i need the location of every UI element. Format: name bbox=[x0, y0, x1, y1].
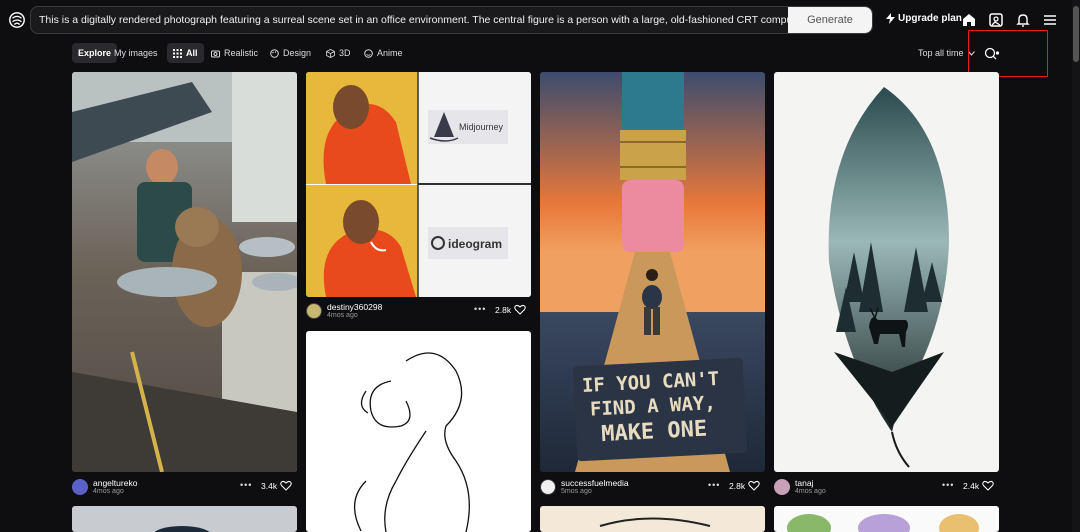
heart-icon[interactable] bbox=[748, 480, 760, 491]
more-options-icon[interactable]: ••• bbox=[240, 480, 252, 490]
heart-icon[interactable] bbox=[982, 480, 994, 491]
filter-design-label: Design bbox=[283, 48, 312, 58]
filter-all-label: All bbox=[186, 48, 198, 58]
meme-bottom-text: ideogram bbox=[448, 237, 502, 251]
ideogram-logo-icon[interactable] bbox=[8, 11, 26, 29]
generate-button[interactable]: Generate bbox=[788, 7, 872, 33]
username[interactable]: tanaj bbox=[795, 478, 813, 488]
line-art-woman-image bbox=[354, 352, 470, 532]
image-card[interactable] bbox=[306, 331, 531, 532]
post-age: 4mos ago bbox=[93, 488, 124, 495]
post-age: 4mos ago bbox=[327, 312, 358, 319]
image-card[interactable] bbox=[774, 506, 999, 532]
like-count: 3.4k bbox=[261, 481, 278, 491]
filter-anime[interactable]: Anime bbox=[358, 43, 409, 63]
post-age: 4mos ago bbox=[795, 488, 826, 495]
filter-realistic-label: Realistic bbox=[224, 48, 259, 58]
pencil-path-image: IF YOU CAN'T FIND A WAY, MAKE ONE bbox=[540, 72, 765, 472]
camera-icon bbox=[211, 50, 220, 57]
highlight-box bbox=[968, 30, 1048, 77]
username[interactable]: angeltureko bbox=[93, 478, 137, 488]
more-options-icon[interactable]: ••• bbox=[474, 304, 486, 314]
card-meta: tanaj 4mos ago ••• 2.4k bbox=[774, 476, 999, 498]
filter-3d-label: 3D bbox=[339, 48, 351, 58]
grid-icon bbox=[173, 48, 182, 58]
smiley-icon bbox=[364, 48, 373, 58]
card-meta: angeltureko 4mos ago ••• 3.4k bbox=[72, 476, 297, 498]
menu-icon[interactable] bbox=[1042, 12, 1058, 28]
filter-design[interactable]: Design bbox=[264, 43, 317, 63]
like-count: 2.4k bbox=[963, 481, 980, 491]
partial-image bbox=[599, 517, 711, 527]
partial-image bbox=[154, 526, 210, 532]
upgrade-plan-button[interactable]: Upgrade plan bbox=[886, 13, 962, 24]
image-library-icon[interactable] bbox=[988, 12, 1004, 28]
image-card[interactable] bbox=[540, 506, 765, 532]
bell-icon[interactable] bbox=[1015, 12, 1031, 28]
card-meta: successfuelmedia 5mos ago ••• 2.8k bbox=[540, 476, 765, 498]
home-icon[interactable] bbox=[961, 12, 977, 28]
lightning-icon bbox=[886, 13, 895, 24]
cube-icon bbox=[326, 48, 335, 58]
cat-fish-image bbox=[72, 72, 297, 472]
image-card[interactable] bbox=[72, 506, 297, 532]
more-options-icon[interactable]: ••• bbox=[708, 480, 720, 490]
like-count: 2.8k bbox=[729, 481, 746, 491]
tab-my-images[interactable]: My images bbox=[108, 43, 164, 63]
like-count: 2.8k bbox=[495, 305, 512, 315]
scrollbar-thumb[interactable] bbox=[1073, 6, 1079, 62]
filter-anime-label: Anime bbox=[377, 48, 403, 58]
heart-icon[interactable] bbox=[280, 480, 292, 491]
card-meta: destiny360298 4mos ago ••• 2.8k bbox=[306, 300, 531, 322]
username[interactable]: successfuelmedia bbox=[561, 478, 629, 488]
avatar[interactable] bbox=[72, 479, 88, 495]
image-card[interactable]: Midjourney ideogram bbox=[306, 72, 531, 297]
filter-3d[interactable]: 3D bbox=[320, 43, 357, 63]
image-card[interactable] bbox=[774, 72, 999, 472]
avatar[interactable] bbox=[306, 303, 322, 319]
username[interactable]: destiny360298 bbox=[327, 302, 382, 312]
post-age: 5mos ago bbox=[561, 488, 592, 495]
image-card[interactable] bbox=[72, 72, 297, 472]
image-card[interactable]: IF YOU CAN'T FIND A WAY, MAKE ONE bbox=[540, 72, 765, 472]
palette-icon bbox=[270, 48, 279, 58]
more-options-icon[interactable]: ••• bbox=[942, 480, 954, 490]
top-bar: This is a digitally rendered photograph … bbox=[0, 0, 1080, 40]
scrollbar[interactable] bbox=[1072, 0, 1080, 532]
filter-all[interactable]: All bbox=[167, 43, 204, 63]
feather-forest-image bbox=[828, 87, 949, 468]
meme-image: Midjourney ideogram bbox=[306, 72, 531, 297]
heart-icon[interactable] bbox=[514, 304, 526, 315]
prompt-text[interactable]: This is a digitally rendered photograph … bbox=[39, 14, 789, 26]
time-range-dropdown[interactable]: Top all time bbox=[918, 48, 975, 58]
filter-realistic[interactable]: Realistic bbox=[205, 43, 264, 63]
partial-image bbox=[787, 514, 979, 532]
meme-top-text: Midjourney bbox=[459, 122, 504, 132]
upgrade-plan-label: Upgrade plan bbox=[898, 13, 962, 24]
filter-bar: Explore My images All Realistic Design 3… bbox=[0, 43, 1080, 65]
avatar[interactable] bbox=[774, 479, 790, 495]
time-range-label: Top all time bbox=[918, 48, 964, 58]
avatar[interactable] bbox=[540, 479, 556, 495]
prompt-input[interactable]: This is a digitally rendered photograph … bbox=[30, 6, 873, 34]
